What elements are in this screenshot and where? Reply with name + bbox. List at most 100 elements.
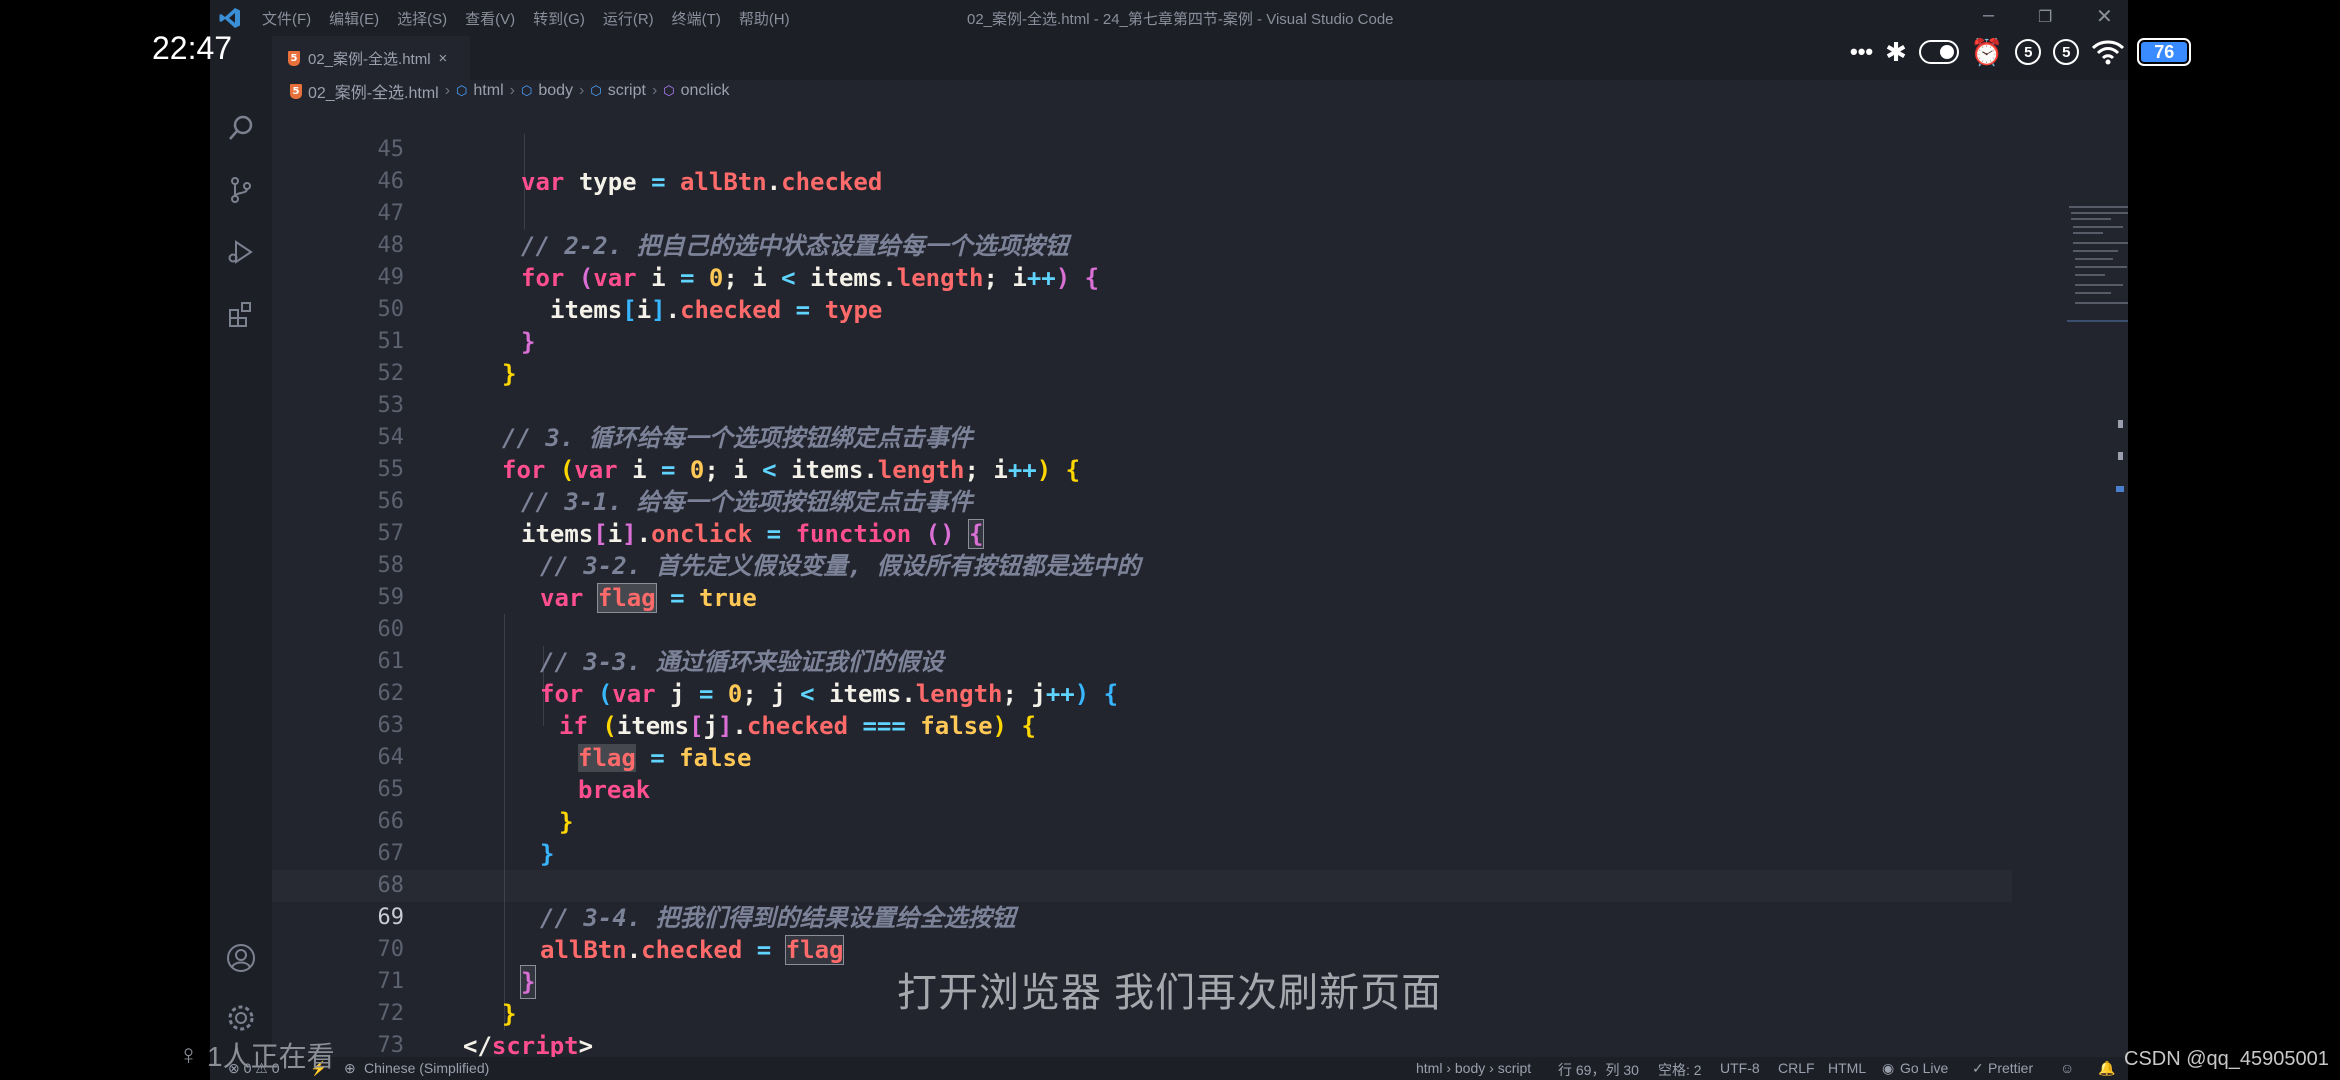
breadcrumb-file[interactable]: 02_案例-全选.html [308, 79, 439, 103]
indentation-indicator[interactable]: 空格: 2 [1658, 1060, 1702, 1080]
menu-edit[interactable]: 编辑(E) [329, 8, 379, 29]
window-title: 02_案例-全选.html - 24_第七章第四节-案例 - Visual St… [967, 11, 1394, 28]
notification-badge: 5 [2053, 39, 2080, 65]
wifi-icon [2092, 40, 2125, 65]
code-line: 62 if (items[j].checked === false) { [272, 646, 2012, 740]
notification-bell-icon[interactable]: 🔔 [2098, 1060, 2115, 1077]
code-line: 47 // 2-2. 把自己的选中状态设置给每一个选项按钮 [272, 166, 2012, 260]
html5-file-icon: 5 [290, 83, 302, 99]
title-bar: 文件(F) 编辑(E) 选择(S) 查看(V) 转到(G) 运行(R) 终端(T… [210, 0, 2128, 36]
code-line: 61 for (var j = 0; j < items.length; j++… [272, 614, 2012, 708]
tab-label: 02_案例-全选.html [308, 50, 431, 68]
notification-badge: 5 [2015, 39, 2042, 65]
code-editor[interactable]: 45 var type = allBtn.checked 46 47 // 2-… [272, 102, 2128, 1080]
code-line: 65 } [272, 742, 2012, 836]
prettier-button[interactable]: Prettier [1988, 1060, 2033, 1076]
toggle-icon [1918, 40, 1959, 64]
go-live-button[interactable]: Go Live [1900, 1060, 1948, 1076]
code-line: 51 } [272, 294, 2012, 388]
activity-bar [210, 36, 272, 1060]
vscode-logo-icon [219, 8, 240, 28]
cursor-position[interactable]: 行 69，列 30 [1558, 1060, 1639, 1080]
element-icon: ⬡ [456, 83, 468, 98]
encoding-indicator[interactable]: UTF-8 [1720, 1060, 1760, 1076]
chevron-right-icon: › [651, 82, 658, 99]
scrollbar-marker [2118, 420, 2123, 428]
element-icon: ⬡ [520, 83, 533, 98]
code-line: 45 var type = allBtn.checked [272, 102, 2012, 196]
account-icon[interactable] [225, 942, 257, 974]
code-line: 56 items[i].onclick = function () { [272, 454, 2012, 549]
code-line: 52 [272, 326, 2012, 386]
search-icon[interactable] [225, 112, 257, 144]
breadcrumb-onclick[interactable]: onclick [681, 82, 730, 100]
menu-selection[interactable]: 选择(S) [397, 8, 447, 29]
window-close-icon[interactable]: ✕ [2096, 4, 2113, 29]
scrollbar-marker [2118, 452, 2123, 460]
punctuation-token: > [578, 1032, 594, 1060]
menu-bar: 文件(F) 编辑(E) 选择(S) 查看(V) 转到(G) 运行(R) 终端(T… [262, 8, 790, 29]
feedback-icon[interactable]: ☺ [2060, 1060, 2074, 1076]
settings-gear-icon[interactable] [225, 1002, 257, 1034]
csdn-watermark: CSDN @qq_45905001 [2124, 1048, 2329, 1070]
code-line: 57 // 3-2. 首先定义假设变量, 假设所有按钮都是选中的 [272, 486, 2012, 580]
source-control-icon[interactable] [225, 174, 257, 206]
punctuation-token: </ [463, 1032, 492, 1060]
code-line: 66 } [272, 774, 2012, 868]
function-icon: ⬡ [663, 83, 675, 98]
viewers-label: 1人正在看 [207, 1041, 335, 1072]
code-line: 70 } [272, 902, 2012, 999]
code-line: 59 [272, 550, 2012, 610]
code-line: 68 // 3-4. 把我们得到的结果设置给全选按钮 [272, 838, 2012, 932]
minimize-icon[interactable]: – [1983, 4, 1994, 27]
extensions-icon[interactable] [225, 298, 257, 330]
minimap[interactable] [2067, 202, 2128, 362]
status-path[interactable]: html › body › script [1416, 1060, 1531, 1076]
status-bar: ⊗ 0 ⚠ 0 ⚡ ⊕ Chinese (Simplified) html › … [210, 1057, 2128, 1080]
video-subtitle: 打开浏览器 我们再次刷新页面 [897, 971, 1443, 1015]
code-line: 67 [272, 806, 2012, 866]
check-icon: ✓ [1972, 1060, 1984, 1076]
battery-level: 76 [2141, 42, 2188, 62]
menu-go[interactable]: 转到(G) [533, 8, 585, 29]
chevron-right-icon: › [509, 82, 515, 99]
menu-run[interactable]: 运行(R) [603, 8, 654, 29]
phone-clock: 22:47 [152, 30, 233, 66]
phone-status-icons: ••• ✱ ⏰ 5 5 76 [1850, 30, 2192, 74]
code-line: 58 var flag = true [272, 518, 2012, 613]
code-line: 64 break [272, 710, 2012, 804]
code-line: 48 for (var i = 0; i < items.length; i++… [272, 198, 2012, 292]
code-line: 46 [272, 134, 2012, 194]
tab-02-select-all[interactable]: 5 02_案例-全选.html × [272, 36, 470, 80]
menu-help[interactable]: 帮助(H) [739, 8, 790, 29]
run-debug-icon[interactable] [225, 236, 257, 268]
vscode-window: 文件(F) 编辑(E) 选择(S) 查看(V) 转到(G) 运行(R) 终端(T… [210, 0, 2128, 1080]
eol-indicator[interactable]: CRLF [1778, 1060, 1815, 1076]
menu-view[interactable]: 查看(V) [465, 8, 515, 29]
html5-file-icon: 5 [288, 50, 300, 66]
go-live-icon: ◉ [1882, 1060, 1895, 1076]
code-line: 55 // 3-1. 给每一个选项按钮绑定点击事件 [272, 422, 2012, 516]
tag-token: script [491, 1032, 579, 1060]
breadcrumb-html[interactable]: html [473, 82, 503, 100]
globe-icon: ⊕ [344, 1060, 356, 1076]
menu-terminal[interactable]: 终端(T) [672, 8, 721, 29]
code-line: 49 items[i].checked = type [272, 230, 2012, 324]
scrollbar-thumb[interactable] [2116, 486, 2124, 492]
menu-file[interactable]: 文件(F) [262, 8, 311, 29]
language-pack-indicator[interactable]: Chinese (Simplified) [364, 1060, 489, 1076]
code-line: 60 // 3-3. 通过循环来验证我们的假设 [272, 582, 2012, 676]
code-line: 63 flag = false [272, 678, 2012, 772]
language-mode-indicator[interactable]: HTML [1828, 1060, 1866, 1076]
more-icon: ••• [1850, 39, 1874, 64]
restore-icon[interactable]: ❐ [2038, 7, 2052, 27]
breadcrumb: 5 02_案例-全选.html › ⬡ html › ⬡ body › ⬡ sc… [290, 80, 730, 102]
code-line: 53 // 3. 循环给每一个选项按钮绑定点击事件 [272, 358, 2012, 452]
code-line-current: 69 allBtn.checked = flag [272, 870, 2012, 965]
breadcrumb-script[interactable]: script [608, 82, 646, 100]
tab-close-icon[interactable]: × [439, 50, 448, 67]
chevron-right-icon: › [579, 82, 585, 99]
breadcrumb-body[interactable]: body [538, 82, 573, 100]
alarm-icon: ⏰ [1970, 36, 2004, 67]
bluetooth-icon: ✱ [1885, 36, 1907, 67]
